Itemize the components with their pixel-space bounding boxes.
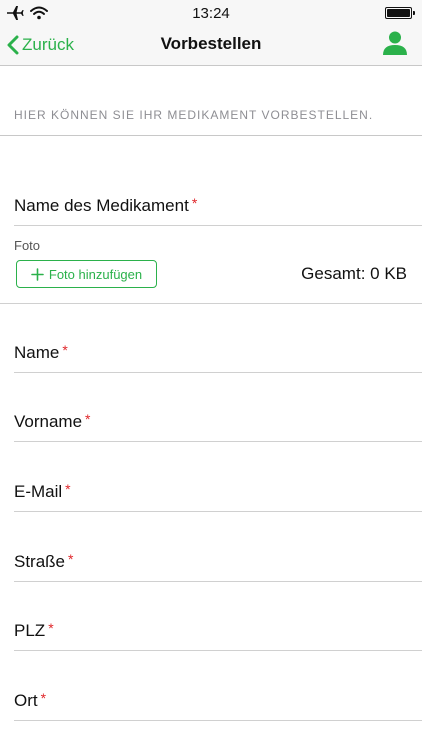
city-label: Ort * [14,690,47,710]
medication-name-field[interactable]: Name des Medikament * [14,186,422,226]
plus-icon [31,267,44,281]
required-marker: * [191,195,198,211]
street-label: Straße * [14,551,74,571]
required-marker: * [65,481,71,497]
person-icon [383,31,407,55]
photo-label: Foto [14,238,41,253]
name-field[interactable]: Name * [14,333,422,373]
email-label: E-Mail * [14,481,71,501]
name-label: Name * [14,342,68,362]
email-field[interactable]: E-Mail * [14,472,422,512]
screen: 13:24 Zurück Vorbestellen HIER KÖNNEN SI… [0,0,422,750]
zip-field[interactable]: PLZ * [14,611,422,651]
profile-button[interactable] [381,29,409,57]
first-name-field[interactable]: Vorname * [14,402,422,442]
status-bar: 13:24 [0,0,422,26]
page-title: Vorbestellen [160,34,262,53]
city-field[interactable]: Ort * [14,681,422,721]
top-bar: 13:24 Zurück Vorbestellen [0,0,422,66]
add-photo-button[interactable]: Foto hinzufügen [16,260,157,288]
street-field[interactable]: Straße * [14,542,422,582]
first-name-label: Vorname * [14,411,91,431]
required-marker: * [48,620,54,636]
zip-label: PLZ * [14,620,54,640]
add-photo-label: Foto hinzufügen [48,266,143,282]
battery-icon [385,7,415,19]
total-size: Gesamt: 0 KB [301,264,407,283]
medication-name-label: Name des Medikament * [14,195,198,215]
required-marker: * [68,551,74,567]
photo-section: Foto Foto hinzufügen Gesamt: 0 KB [0,226,422,304]
status-time: 13:24 [192,5,230,22]
required-marker: * [85,411,91,427]
section-header-text: HIER KÖNNEN SIE IHR MEDIKAMENT VORBESTEL… [14,108,374,122]
required-marker: * [62,342,68,358]
nav-bar: Zurück Vorbestellen [0,26,422,66]
required-marker: * [40,690,47,706]
section-header: HIER KÖNNEN SIE IHR MEDIKAMENT VORBESTEL… [0,66,422,136]
